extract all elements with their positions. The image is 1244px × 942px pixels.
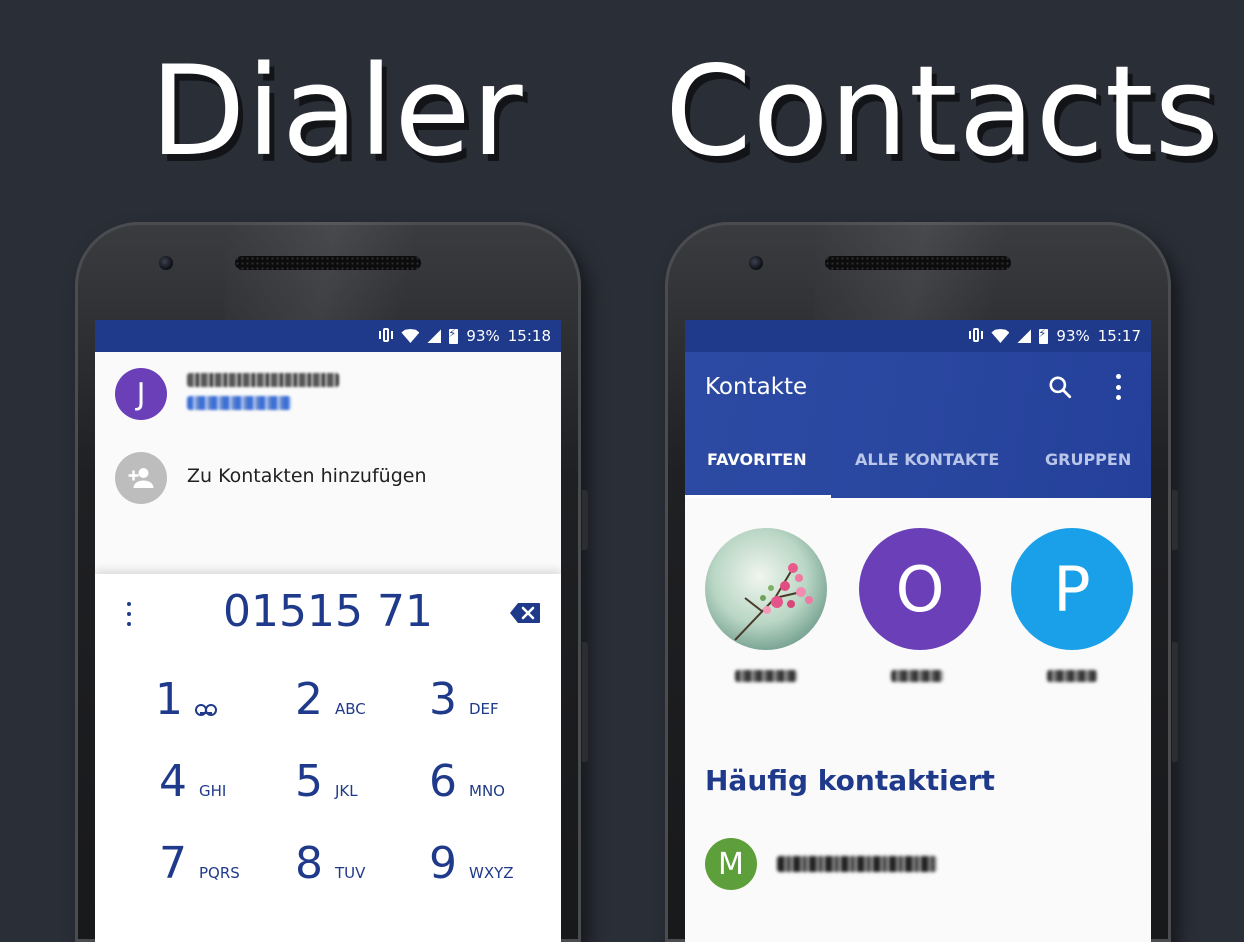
dial-key-2[interactable]: 2 ABC [295, 674, 415, 734]
volume-button [1172, 490, 1178, 550]
signal-icon [1017, 329, 1032, 343]
favorite-contact-avatar[interactable]: P [1011, 528, 1133, 650]
add-person-icon [128, 468, 154, 488]
dial-key-5[interactable]: 5 JKL [295, 756, 415, 816]
add-contact-avatar[interactable] [115, 452, 167, 504]
contacts-screen: 93% 15:17 Kontakte FAVORITEN ALLE KONTAK… [685, 320, 1151, 942]
contact-avatar[interactable]: J [115, 368, 167, 420]
phone-dialer: 93% 15:18 J Zu Kontakten hinzufügen 0151… [75, 222, 588, 942]
add-to-contacts-label[interactable]: Zu Kontakten hinzufügen [187, 465, 427, 487]
earpiece-speaker [235, 256, 421, 270]
front-camera [159, 256, 173, 270]
favorite-name-redacted[interactable] [891, 670, 943, 682]
tab-alle-kontakte[interactable]: ALLE KONTAKTE [855, 450, 999, 469]
flower-photo [705, 528, 827, 650]
contact-number-redacted[interactable] [187, 396, 291, 410]
section-heading: Häufig kontaktiert [705, 764, 995, 797]
status-time: 15:18 [507, 327, 551, 345]
dial-key-4[interactable]: 4 GHI [159, 756, 279, 816]
search-icon[interactable] [1047, 374, 1073, 400]
volume-button [582, 490, 588, 550]
front-camera [749, 256, 763, 270]
phone-contacts: 93% 15:17 Kontakte FAVORITEN ALLE KONTAK… [665, 222, 1178, 942]
wifi-icon [991, 329, 1010, 343]
wifi-icon [401, 329, 420, 343]
contact-name-redacted[interactable] [187, 373, 339, 387]
battery-charging-icon [1038, 327, 1049, 344]
headline-contacts: Contacts [665, 40, 1221, 184]
earpiece-speaker [825, 256, 1011, 270]
overflow-menu-icon[interactable] [1115, 374, 1121, 400]
power-button [582, 642, 588, 762]
vibrate-icon [969, 328, 984, 344]
frequent-contact-avatar[interactable]: M [705, 838, 757, 890]
dialed-number[interactable]: 01515 71 [195, 586, 461, 637]
more-options-icon[interactable] [125, 602, 133, 626]
battery-charging-icon [448, 327, 459, 344]
dial-key-1[interactable]: 1 [155, 674, 275, 734]
favorite-contact-avatar[interactable]: O [859, 528, 981, 650]
favorite-name-redacted[interactable] [735, 670, 797, 682]
battery-percent: 93% [466, 327, 500, 345]
dial-key-9[interactable]: 9 WXYZ [429, 838, 549, 898]
dial-key-3[interactable]: 3 DEF [429, 674, 549, 734]
vibrate-icon [379, 328, 394, 344]
contact-suggestion-area: J Zu Kontakten hinzufügen [95, 352, 561, 574]
headline-dialer: Dialer [150, 40, 524, 184]
dialpad: 01515 71 1 2 ABC 3 DEF 4 GHI 5 JKL 6 MNO… [95, 574, 561, 942]
app-title: Kontakte [705, 374, 808, 400]
tab-gruppen[interactable]: GRUPPEN [1045, 450, 1131, 469]
battery-percent: 93% [1056, 327, 1090, 345]
favorite-name-redacted[interactable] [1047, 670, 1097, 682]
status-bar: 93% 15:17 [685, 320, 1151, 352]
tab-favoriten[interactable]: FAVORITEN [707, 450, 807, 469]
signal-icon [427, 329, 442, 343]
tab-indicator [685, 495, 831, 498]
backspace-icon[interactable] [509, 602, 541, 624]
voicemail-icon [195, 704, 217, 716]
status-time: 15:17 [1097, 327, 1141, 345]
status-bar: 93% 15:18 [95, 320, 561, 352]
dial-key-6[interactable]: 6 MNO [429, 756, 549, 816]
frequent-contact-name-redacted[interactable] [777, 856, 937, 872]
app-bar: Kontakte FAVORITEN ALLE KONTAKTE GRUPPEN [685, 352, 1151, 498]
favorite-contact-photo[interactable] [705, 528, 827, 650]
dial-key-7[interactable]: 7 PQRS [159, 838, 279, 898]
dial-key-8[interactable]: 8 TUV [295, 838, 415, 898]
power-button [1172, 642, 1178, 762]
dialer-screen: 93% 15:18 J Zu Kontakten hinzufügen 0151… [95, 320, 561, 942]
